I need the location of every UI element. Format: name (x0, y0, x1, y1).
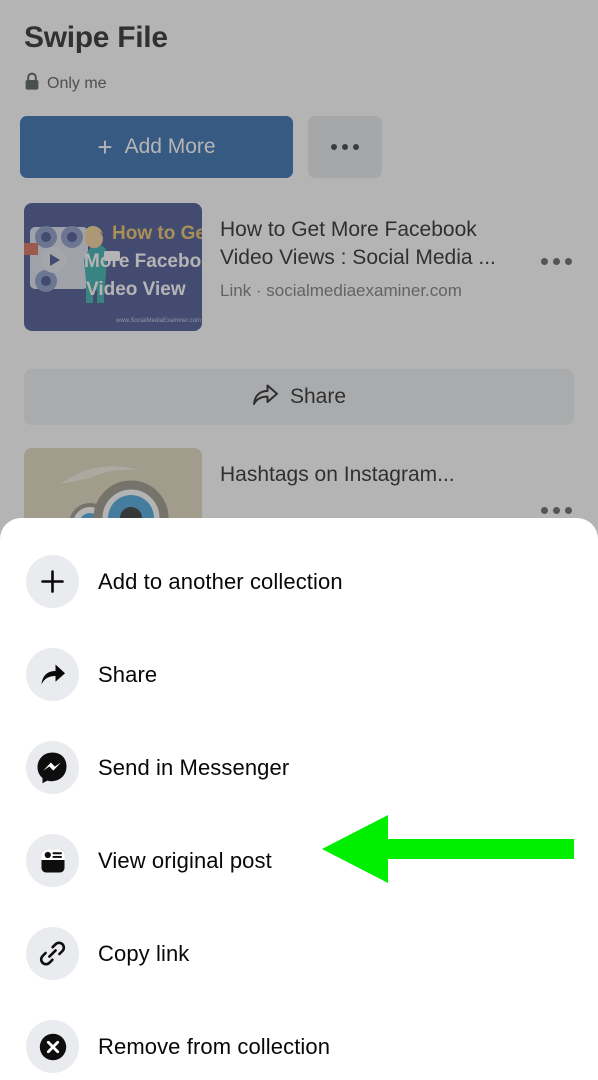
share-arrow-icon (252, 383, 279, 411)
plus-icon (26, 555, 79, 608)
add-more-label: Add More (124, 135, 216, 158)
menu-item-label: Remove from collection (98, 1033, 331, 1059)
svg-text:www.SocialMediaExaminer.com: www.SocialMediaExaminer.com (115, 318, 201, 324)
action-button-row: + Add More (20, 116, 382, 178)
collection-overflow-button[interactable] (308, 116, 382, 178)
menu-item-label: View original post (98, 847, 272, 873)
original-post-icon (26, 834, 79, 887)
menu-item-label: Add to another collection (98, 568, 343, 594)
ellipsis-icon (540, 257, 548, 265)
ellipsis-icon (540, 506, 548, 514)
menu-item-view-original-post[interactable]: View original post (0, 814, 598, 907)
messenger-icon (26, 741, 79, 794)
share-arrow-icon (26, 648, 79, 701)
options-bottom-sheet: Add to another collection Share Send in … (0, 518, 598, 1080)
screen-root: Swipe File Only me + Add More How to Ge … (0, 0, 598, 1080)
ellipsis-icon (564, 506, 572, 514)
ellipsis-icon (552, 257, 560, 265)
menu-item-share[interactable]: Share (0, 628, 598, 721)
menu-item-label: Copy link (98, 940, 190, 966)
card-text: Hashtags on Instagram... (220, 448, 516, 489)
card-title: Hashtags on Instagram... (220, 463, 455, 486)
menu-item-label: Share (98, 661, 158, 687)
card-title: How to Get More Facebook Video Views : S… (220, 218, 496, 269)
menu-item-remove-from-collection[interactable]: Remove from collection (0, 1000, 598, 1080)
card-meta: Link · socialmediaexaminer.com (220, 280, 462, 300)
share-button[interactable]: Share (24, 369, 574, 425)
plus-icon: + (97, 132, 113, 162)
saved-item-card[interactable]: How to Get More Facebo Video View www.So… (24, 203, 578, 331)
page-title: Swipe File (24, 21, 168, 54)
privacy-row: Only me (24, 72, 107, 96)
ellipsis-icon (564, 257, 572, 265)
card-overflow-button[interactable] (534, 239, 578, 283)
svg-text:More Facebo: More Facebo (84, 251, 201, 272)
add-more-button[interactable]: + Add More (20, 116, 293, 178)
link-chain-icon (26, 927, 79, 980)
svg-text:How to Get: How to Get (112, 223, 202, 244)
ellipsis-icon (552, 506, 560, 514)
menu-item-label: Send in Messenger (98, 754, 290, 780)
menu-item-add-to-collection[interactable]: Add to another collection (0, 535, 598, 628)
menu-item-send-in-messenger[interactable]: Send in Messenger (0, 721, 598, 814)
menu-item-copy-link[interactable]: Copy link (0, 907, 598, 1000)
svg-text:Video View: Video View (86, 279, 186, 300)
ellipsis-icon (353, 144, 359, 150)
close-circle-icon (26, 1020, 79, 1073)
lock-icon (24, 72, 40, 96)
card-thumbnail: How to Get More Facebo Video View www.So… (24, 203, 202, 331)
card-text: How to Get More Facebook Video Views : S… (220, 203, 516, 301)
ellipsis-icon (342, 144, 348, 150)
privacy-label: Only me (47, 75, 107, 92)
share-button-label: Share (289, 385, 347, 408)
ellipsis-icon (331, 144, 337, 150)
